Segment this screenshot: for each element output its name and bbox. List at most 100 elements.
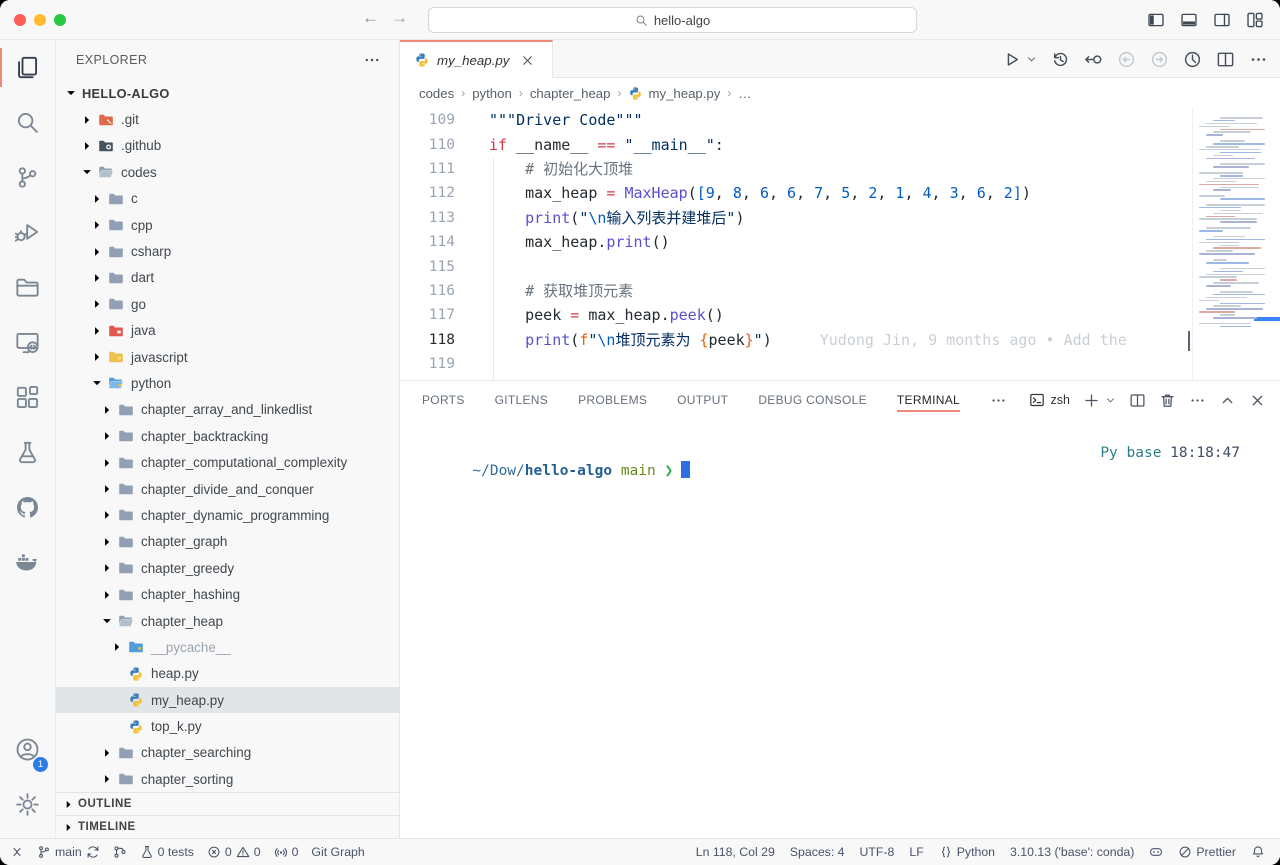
new-terminal-chevron-icon[interactable]: [1105, 395, 1116, 406]
tree-item-javascript[interactable]: javascript: [56, 344, 399, 370]
tree-item-chapter-sorting[interactable]: chapter_sorting: [56, 766, 399, 792]
code-line-117[interactable]: 117 peek = max_heap.peek(): [400, 303, 1192, 327]
code-editor[interactable]: 109"""Driver Code"""110if __name__ == "_…: [400, 108, 1192, 380]
panel-tab-gitlens[interactable]: GITLENS: [495, 381, 548, 419]
minimap[interactable]: [1192, 108, 1280, 380]
line-number[interactable]: 109: [400, 112, 455, 128]
breadcrumb-item-python[interactable]: python: [472, 86, 512, 101]
status-python-interpreter[interactable]: 3.10.13 ('base': conda): [1010, 845, 1134, 859]
tree-item-chapter-computational-complexity[interactable]: chapter_computational_complexity: [56, 449, 399, 475]
line-number[interactable]: 114: [400, 234, 455, 250]
tab-my-heap[interactable]: my_heap.py: [400, 40, 553, 78]
activity-item-project-folder[interactable]: [0, 260, 55, 315]
back-arrow-icon[interactable]: ←: [362, 8, 379, 28]
panel-tab-terminal[interactable]: TERMINAL: [897, 381, 960, 419]
panel-tab-output[interactable]: OUTPUT: [677, 381, 728, 419]
tree-item-chapter-hashing[interactable]: chapter_hashing: [56, 581, 399, 607]
code-line-115[interactable]: 115: [400, 254, 1192, 278]
terminal-instance-zsh[interactable]: zsh: [1029, 392, 1070, 408]
status-prettier[interactable]: Prettier: [1178, 845, 1236, 859]
tree-item-hello-algo[interactable]: HELLO-ALGO: [56, 80, 399, 106]
command-center-search[interactable]: hello-algo: [428, 7, 917, 33]
breadcrumb-item-my-heap-py[interactable]: my_heap.py: [628, 86, 720, 101]
status-copilot[interactable]: [1149, 845, 1163, 859]
line-number[interactable]: 111: [400, 161, 455, 177]
gitlens-graph-icon[interactable]: [1183, 50, 1202, 69]
code-line-114[interactable]: 114 max_heap.print(): [400, 230, 1192, 254]
tree-item-chapter-divide-and-conquer[interactable]: chapter_divide_and_conquer: [56, 476, 399, 502]
code-line-116[interactable]: 116 # 获取堆顶元素: [400, 279, 1192, 303]
activity-item-docker[interactable]: [0, 535, 55, 590]
close-panel-icon[interactable]: [1249, 392, 1266, 409]
breadcrumb-item-codes[interactable]: codes: [419, 86, 454, 101]
line-number[interactable]: 119: [400, 356, 455, 372]
terminal-more-actions-icon[interactable]: [1189, 392, 1206, 409]
code-line-111[interactable]: 111 # 初始化大顶堆: [400, 157, 1192, 181]
tree-item-java[interactable]: java: [56, 318, 399, 344]
kill-terminal-icon[interactable]: [1159, 392, 1176, 409]
line-number[interactable]: 118: [400, 332, 455, 348]
activity-item-source-control[interactable]: [0, 150, 55, 205]
tree-item-dart[interactable]: dart: [56, 265, 399, 291]
tree-item-heap-py[interactable]: heap.py: [56, 661, 399, 687]
tree-item-top-k-py[interactable]: top_k.py: [56, 713, 399, 739]
tree-item--git[interactable]: .git: [56, 106, 399, 132]
terminal-prompt[interactable]: ~/Dow/hello-algo main ❯: [420, 445, 690, 495]
activity-item-remote-explorer[interactable]: [0, 315, 55, 370]
forward-arrow-icon[interactable]: →: [391, 8, 408, 28]
line-number[interactable]: 110: [400, 137, 455, 153]
status-notifications[interactable]: [1251, 845, 1265, 859]
layout-sidebar-right-icon[interactable]: [1213, 11, 1231, 29]
tree-item-go[interactable]: go: [56, 291, 399, 317]
tree-item-codes[interactable]: codes: [56, 159, 399, 185]
status-git-graph-label[interactable]: Git Graph: [311, 845, 364, 859]
status-language-mode[interactable]: Python: [939, 845, 995, 859]
tree-item-chapter-heap[interactable]: chapter_heap: [56, 608, 399, 634]
status-git-graph-button[interactable]: [113, 845, 127, 859]
status-cursor-position[interactable]: Ln 118, Col 29: [696, 845, 775, 859]
status-ports[interactable]: 0: [274, 845, 299, 859]
activity-item-run-and-debug[interactable]: [0, 205, 55, 260]
status-tests[interactable]: 0 tests: [140, 845, 194, 859]
activity-item-extensions[interactable]: [0, 370, 55, 425]
line-number[interactable]: 112: [400, 185, 455, 201]
zoom-window-button[interactable]: [54, 14, 66, 26]
panel-tabs-more-icon[interactable]: [990, 392, 1007, 409]
tree-item-cpp[interactable]: cpp: [56, 212, 399, 238]
tree-item-chapter-array-and-linkedlist[interactable]: chapter_array_and_linkedlist: [56, 397, 399, 423]
tree-item-chapter-backtracking[interactable]: chapter_backtracking: [56, 423, 399, 449]
maximize-panel-icon[interactable]: [1219, 392, 1236, 409]
run-python-file-chevron-icon[interactable]: [1026, 54, 1037, 65]
tree-item-chapter-greedy[interactable]: chapter_greedy: [56, 555, 399, 581]
status-problems[interactable]: 00: [207, 845, 261, 859]
timeline-history-icon[interactable]: [1051, 50, 1070, 69]
activity-item-search[interactable]: [0, 95, 55, 150]
activity-item-accounts[interactable]: 1: [0, 722, 55, 777]
panel-tab-ports[interactable]: PORTS: [422, 381, 465, 419]
tree-item-chapter-graph[interactable]: chapter_graph: [56, 529, 399, 555]
activity-item-testing[interactable]: [0, 425, 55, 480]
panel-tab-problems[interactable]: PROBLEMS: [578, 381, 647, 419]
panel-tab-debug-console[interactable]: DEBUG CONSOLE: [758, 381, 867, 419]
line-number[interactable]: 116: [400, 283, 455, 299]
breadcrumb-item--[interactable]: …: [738, 86, 751, 101]
open-changes-icon[interactable]: [1084, 50, 1103, 69]
code-line-112[interactable]: 112 max_heap = MaxHeap([9, 8, 6, 6, 7, 5…: [400, 181, 1192, 205]
layout-panel-icon[interactable]: [1180, 11, 1198, 29]
run-python-file-icon[interactable]: [1002, 50, 1021, 69]
tree-item-chapter-dynamic-programming[interactable]: chapter_dynamic_programming: [56, 502, 399, 528]
tree-item--github[interactable]: .github: [56, 133, 399, 159]
explorer-more-actions-icon[interactable]: [363, 51, 381, 69]
activity-item-settings[interactable]: [0, 777, 55, 832]
status-encoding[interactable]: UTF-8: [860, 845, 895, 859]
code-line-119[interactable]: 119: [400, 352, 1192, 376]
layout-customize-icon[interactable]: [1246, 11, 1264, 29]
layout-sidebar-left-icon[interactable]: [1147, 11, 1165, 29]
line-number[interactable]: 113: [400, 210, 455, 226]
status-remote-indicator[interactable]: [10, 845, 24, 859]
activity-item-explorer[interactable]: [0, 40, 55, 95]
code-line-110[interactable]: 110if __name__ == "__main__":: [400, 132, 1192, 156]
tree-item--pycache-[interactable]: __pycache__: [56, 634, 399, 660]
tree-item-c[interactable]: c: [56, 186, 399, 212]
sidebar-section-timeline[interactable]: TIMELINE: [56, 815, 399, 838]
